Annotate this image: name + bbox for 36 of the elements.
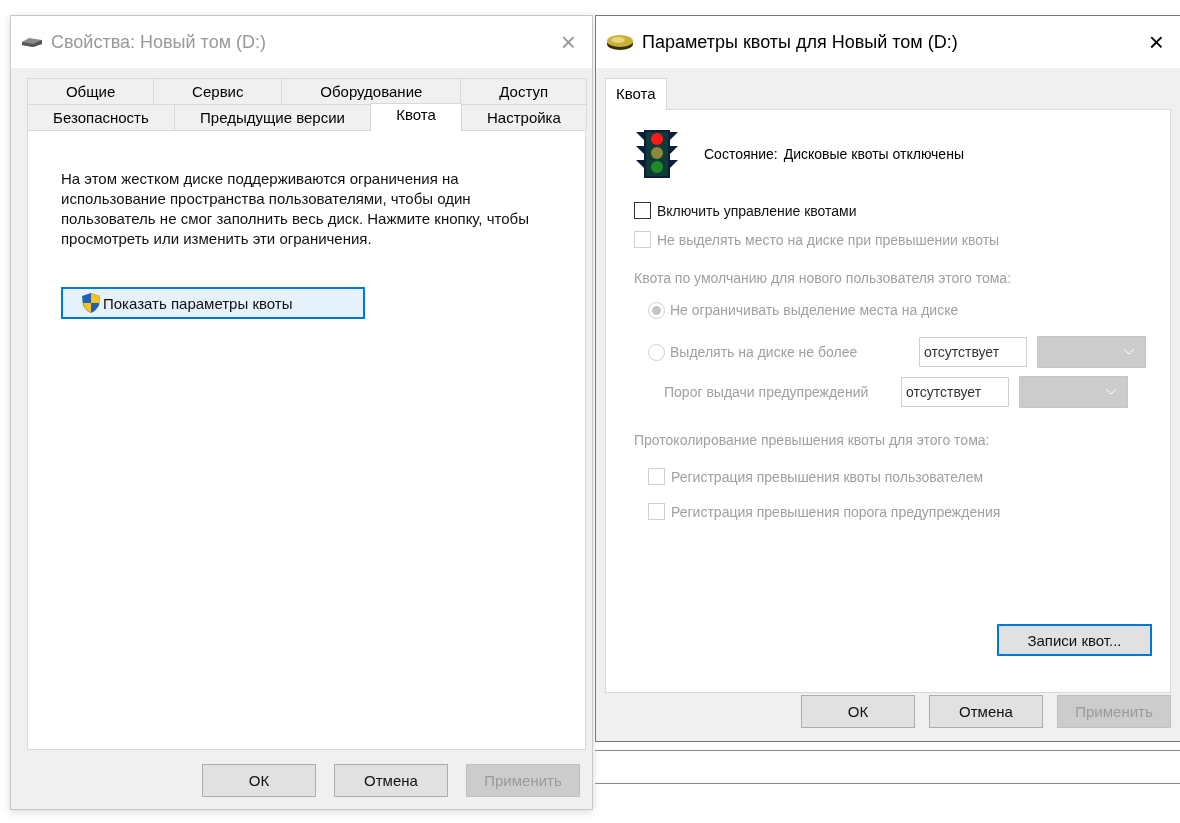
radio-label: Выделять на диске не более <box>670 344 859 360</box>
group-label: Квота по умолчанию для нового пользователя этого тома: <box>634 270 1013 286</box>
dialog-button[interactable]: Отмена <box>929 695 1043 728</box>
tab[interactable]: Настройка <box>460 104 587 130</box>
window-title: Свойства: Новый том (D:) <box>51 31 268 53</box>
checkbox-label: Не выделять место на диске при превышении квоты <box>657 231 1000 248</box>
description-text: На этом жестком диске поддерживаются ограничения на использование пространства пользователями, чтобы один пользователь не смог заполнить весь диск. Нажмите кнопку, чтобы просмотреть или изменить эти ограничения. <box>61 169 530 249</box>
checkbox-label: Включить управление квотами <box>657 202 857 219</box>
traffic-light-icon <box>634 128 680 180</box>
warning-label: Порог выдачи предупреждений <box>664 384 870 400</box>
dialog-button[interactable]: ОК <box>202 764 316 797</box>
unit-dropdown[interactable] <box>1019 376 1128 408</box>
show-quota-button[interactable]: Показать параметры квоты <box>61 287 365 319</box>
radio-label: Не ограничивать выделение места на диске <box>670 302 959 318</box>
group-label: Протоколирование превышения квоты для этого тома: <box>634 432 991 448</box>
tab[interactable]: Доступ <box>460 78 587 104</box>
tab[interactable]: Безопасность <box>27 104 175 130</box>
tab[interactable]: Квота <box>370 103 462 131</box>
unit-dropdown[interactable] <box>1037 336 1146 368</box>
checkbox[interactable] <box>634 202 651 219</box>
dialog-button[interactable]: Отмена <box>334 764 448 797</box>
drive-icon <box>21 36 43 48</box>
checkbox-label: Регистрация превышения порога предупреждения <box>671 503 1001 520</box>
window-title: Параметры квоты для Новый том (D:) <box>642 31 959 53</box>
tab[interactable]: Квота <box>605 78 667 110</box>
shield-icon <box>81 292 101 314</box>
checkbox-label: Регистрация превышения квоты пользователем <box>671 468 984 485</box>
close-button[interactable]: × <box>1142 29 1170 55</box>
dialog-button[interactable]: ОК <box>801 695 915 728</box>
status-label: Состояние: <box>704 146 778 162</box>
tab[interactable]: Общие <box>27 78 155 104</box>
chevron-icon <box>1123 348 1135 356</box>
disk-icon <box>606 33 634 51</box>
quota-entries-button[interactable]: Записи квот... <box>997 624 1152 656</box>
status-text: Дисковые квоты отключены <box>783 146 964 162</box>
chevron-icon <box>1105 388 1117 396</box>
